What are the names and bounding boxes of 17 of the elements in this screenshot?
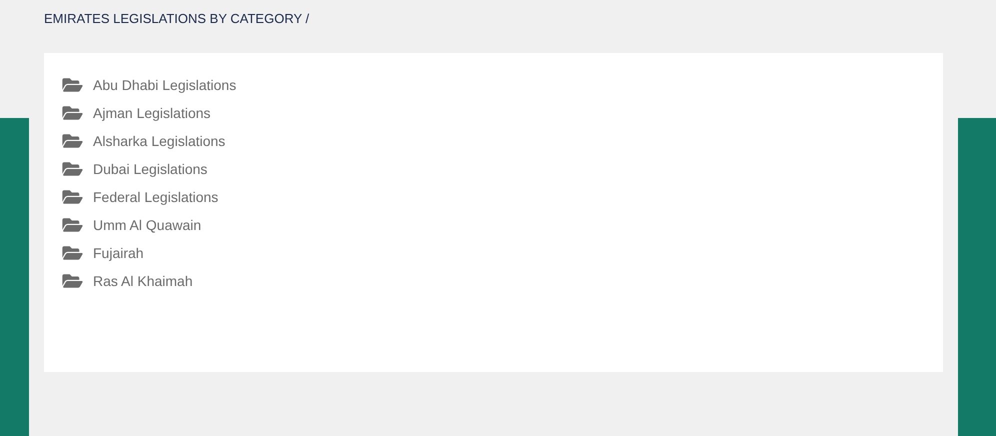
category-link[interactable]: Ajman Legislations [93,102,211,124]
folder-icon [62,76,83,94]
folder-icon [62,104,83,122]
folder-icon [62,216,83,234]
category-link[interactable]: Dubai Legislations [93,158,208,180]
category-link[interactable]: Alsharka Legislations [93,130,226,152]
folder-icon [62,188,83,206]
folder-icon [62,244,83,262]
category-link[interactable]: Fujairah [93,242,144,264]
category-link[interactable]: Abu Dhabi Legislations [93,74,236,96]
folder-icon [62,160,83,178]
folder-icon [62,132,83,150]
category-link[interactable]: Federal Legislations [93,186,218,208]
folder-icon [62,272,83,290]
breadcrumb: EMIRATES LEGISLATIONS BY CATEGORY / [44,11,310,26]
category-link[interactable]: Ras Al Khaimah [93,270,193,292]
category-link[interactable]: Umm Al Quawain [93,214,202,236]
